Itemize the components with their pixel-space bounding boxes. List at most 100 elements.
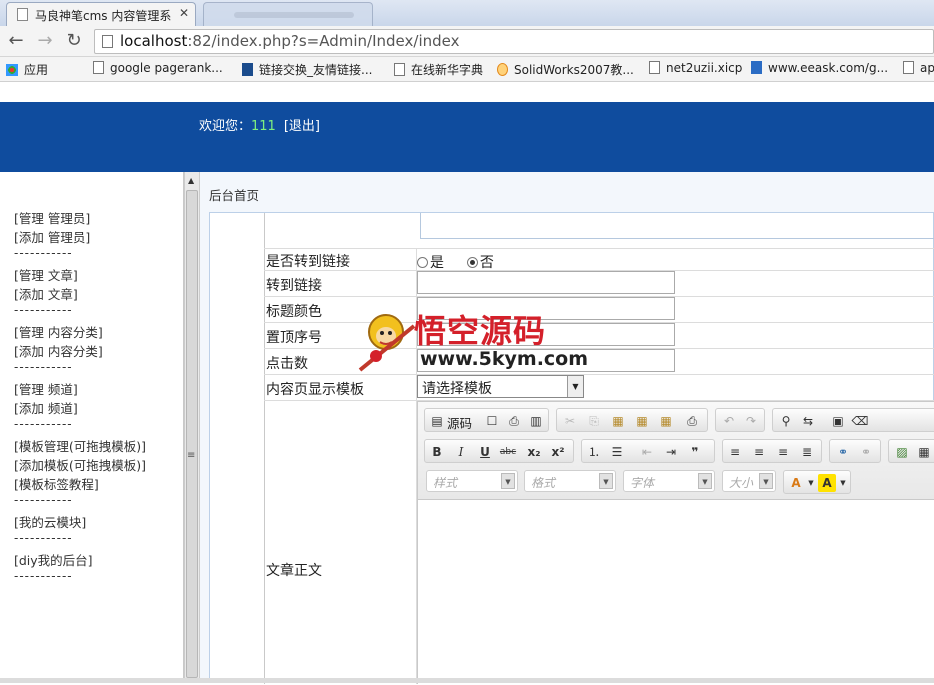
cut-icon[interactable]: ✂ bbox=[561, 412, 579, 430]
sidebar-item-template-tags[interactable]: [模板标签教程] bbox=[14, 474, 99, 493]
sidebar-item-add-template[interactable]: [添加模板(可拖拽模板)] bbox=[14, 455, 146, 474]
align-justify-icon[interactable]: ≣ bbox=[798, 443, 816, 461]
bookmark-apps[interactable]: 应用 bbox=[6, 61, 48, 78]
radio-yes[interactable] bbox=[417, 257, 428, 268]
bold-icon[interactable]: B bbox=[428, 443, 446, 461]
sidebar-item-diy-backend[interactable]: [diy我的后台] bbox=[14, 550, 93, 569]
sidebar-item-add-article[interactable]: [添加 文章] bbox=[14, 284, 78, 303]
link-input[interactable] bbox=[417, 271, 675, 294]
chevron-down-icon[interactable]: ▼ bbox=[834, 474, 852, 492]
source-icon[interactable]: ▤ bbox=[428, 412, 446, 430]
sidebar-item-manage-articles[interactable]: [管理 文章] bbox=[14, 265, 78, 284]
sidebar-item-manage-templates[interactable]: [模板管理(可拖拽模板)] bbox=[14, 436, 146, 455]
select-all-icon[interactable]: ▣ bbox=[829, 412, 847, 430]
toolbar-group-basicstyles: B I U abc x₂ x² bbox=[424, 439, 574, 463]
redo-icon[interactable]: ↷ bbox=[742, 412, 760, 430]
subscript-icon[interactable]: x₂ bbox=[525, 443, 543, 461]
align-left-icon[interactable]: ≡ bbox=[726, 443, 744, 461]
image-icon[interactable]: ▨ bbox=[893, 443, 911, 461]
font-dropdown[interactable]: 字体 ▼ bbox=[623, 470, 715, 492]
bookmark-item[interactable]: net2uzii.xicp bbox=[649, 61, 742, 75]
browser-tab-active[interactable]: 马良神笔cms 内容管理系 ✕ bbox=[6, 2, 196, 26]
bookmark-item[interactable]: google pagerank... bbox=[93, 61, 223, 75]
blockquote-icon[interactable]: ❞ bbox=[686, 443, 704, 461]
style-dropdown[interactable]: 样式 ▼ bbox=[426, 470, 518, 492]
scroll-up-icon[interactable]: ▲ bbox=[188, 176, 194, 185]
splitter-grip-icon[interactable]: ≡ bbox=[187, 450, 195, 461]
reload-icon[interactable]: ↻ bbox=[63, 30, 85, 52]
bookmark-item[interactable]: www.eeask.com/g... bbox=[751, 61, 888, 75]
strikethrough-icon[interactable]: abc bbox=[499, 443, 517, 461]
source-button[interactable]: 源码 bbox=[447, 413, 472, 432]
sidebar-item-manage-admins[interactable]: [管理 管理员] bbox=[14, 208, 90, 227]
bookmark-item[interactable]: 在线新华字典 bbox=[394, 61, 483, 78]
bookmark-label: www.eeask.com/g... bbox=[768, 61, 889, 75]
table-icon[interactable]: ▦ bbox=[915, 443, 933, 461]
outdent-icon[interactable]: ⇤ bbox=[638, 443, 656, 461]
sidebar-item-add-channel[interactable]: [添加 频道] bbox=[14, 398, 78, 417]
indent-icon[interactable]: ⇥ bbox=[662, 443, 680, 461]
radio-no-label: 否 bbox=[479, 255, 494, 271]
underline-icon[interactable]: U bbox=[476, 443, 494, 461]
bookmark-item[interactable]: SolidWorks2007教... bbox=[497, 61, 634, 78]
link-label: 转到链接 bbox=[266, 278, 322, 294]
templates-icon[interactable]: ▥ bbox=[527, 412, 545, 430]
italic-icon[interactable]: I bbox=[452, 443, 470, 461]
browser-tab-inactive[interactable] bbox=[203, 2, 373, 26]
print-icon[interactable]: ⎙ bbox=[683, 412, 701, 430]
scrollbar-thumb[interactable] bbox=[186, 190, 198, 678]
page-icon bbox=[102, 35, 113, 48]
sidebar-item-cloud-modules[interactable]: [我的云模块] bbox=[14, 512, 86, 531]
chevron-down-icon[interactable]: ▼ bbox=[599, 473, 613, 489]
paste-text-icon[interactable]: ▦ bbox=[633, 412, 651, 430]
paste-icon[interactable]: ▦ bbox=[609, 412, 627, 430]
preview-icon[interactable]: ⎙ bbox=[505, 412, 523, 430]
bulleted-list-icon[interactable]: ☰ bbox=[608, 443, 626, 461]
admin-header: 欢迎您：111 [退出] bbox=[0, 102, 934, 172]
template-select[interactable]: 请选择模板 ▼ bbox=[417, 375, 584, 398]
copy-icon[interactable]: ⎘ bbox=[585, 412, 603, 430]
find-icon[interactable]: ⚲ bbox=[777, 412, 795, 430]
new-page-icon[interactable]: ☐ bbox=[483, 412, 501, 430]
address-bar[interactable]: localhost:82/index.php?s=Admin/Index/ind… bbox=[94, 29, 934, 54]
chevron-down-icon[interactable]: ▼ bbox=[501, 473, 515, 489]
chevron-down-icon[interactable]: ▼ bbox=[698, 473, 712, 489]
format-dropdown[interactable]: 格式 ▼ bbox=[524, 470, 616, 492]
sidebar-item-add-admin[interactable]: [添加 管理员] bbox=[14, 227, 90, 246]
chevron-down-icon[interactable]: ▼ bbox=[567, 376, 583, 397]
paste-word-icon[interactable]: ▦ bbox=[657, 412, 675, 430]
back-arrow-icon[interactable]: ← bbox=[5, 30, 27, 52]
sidebar-item-add-category[interactable]: [添加 内容分类] bbox=[14, 341, 103, 360]
sidebar-item-manage-categories[interactable]: [管理 内容分类] bbox=[14, 322, 103, 341]
apps-grid-icon bbox=[6, 64, 18, 76]
breadcrumb[interactable]: 后台首页 bbox=[209, 185, 259, 204]
editor-toolbar: ▤ 源码 ☐ ⎙ ▥ ✂ ⎘ ▦ ▦ ▦ ⎙ ↶ ↷ ⚲ ⇆ ▣ ⌫ B I U… bbox=[418, 402, 934, 500]
logout-link[interactable]: [退出] bbox=[284, 119, 320, 134]
undo-icon[interactable]: ↶ bbox=[720, 412, 738, 430]
forward-arrow-icon[interactable]: → bbox=[34, 30, 56, 52]
superscript-icon[interactable]: x² bbox=[549, 443, 567, 461]
replace-icon[interactable]: ⇆ bbox=[799, 412, 817, 430]
blurred-tab-title bbox=[234, 12, 354, 18]
close-icon[interactable]: ✕ bbox=[179, 6, 189, 20]
link-icon[interactable]: ⚭ bbox=[834, 443, 852, 461]
bookmark-item[interactable]: ap bbox=[903, 61, 934, 75]
username: 111 bbox=[251, 119, 276, 134]
remove-format-icon[interactable]: ⌫ bbox=[851, 412, 869, 430]
watermark-url: www.5kym.com bbox=[420, 348, 589, 370]
chevron-down-icon[interactable]: ▼ bbox=[759, 473, 773, 489]
sidebar-scrollbar[interactable]: ▲ ≡ bbox=[184, 172, 200, 683]
unlink-icon[interactable]: ⚭ bbox=[857, 443, 875, 461]
bookmark-item[interactable]: 链接交换_友情链接... bbox=[242, 61, 372, 78]
previous-field-input[interactable] bbox=[420, 213, 934, 239]
welcome-label: 欢迎您： bbox=[199, 119, 252, 134]
numbered-list-icon[interactable]: ⒈ bbox=[585, 443, 603, 461]
align-center-icon[interactable]: ≡ bbox=[750, 443, 768, 461]
sidebar-item-manage-channels[interactable]: [管理 频道] bbox=[14, 379, 78, 398]
radio-no[interactable] bbox=[466, 257, 478, 268]
editor-content-area[interactable] bbox=[418, 501, 934, 685]
align-right-icon[interactable]: ≡ bbox=[774, 443, 792, 461]
size-dropdown[interactable]: 大小 ▼ bbox=[722, 470, 776, 492]
eeask-icon bbox=[751, 61, 762, 74]
row-divider bbox=[264, 248, 934, 249]
